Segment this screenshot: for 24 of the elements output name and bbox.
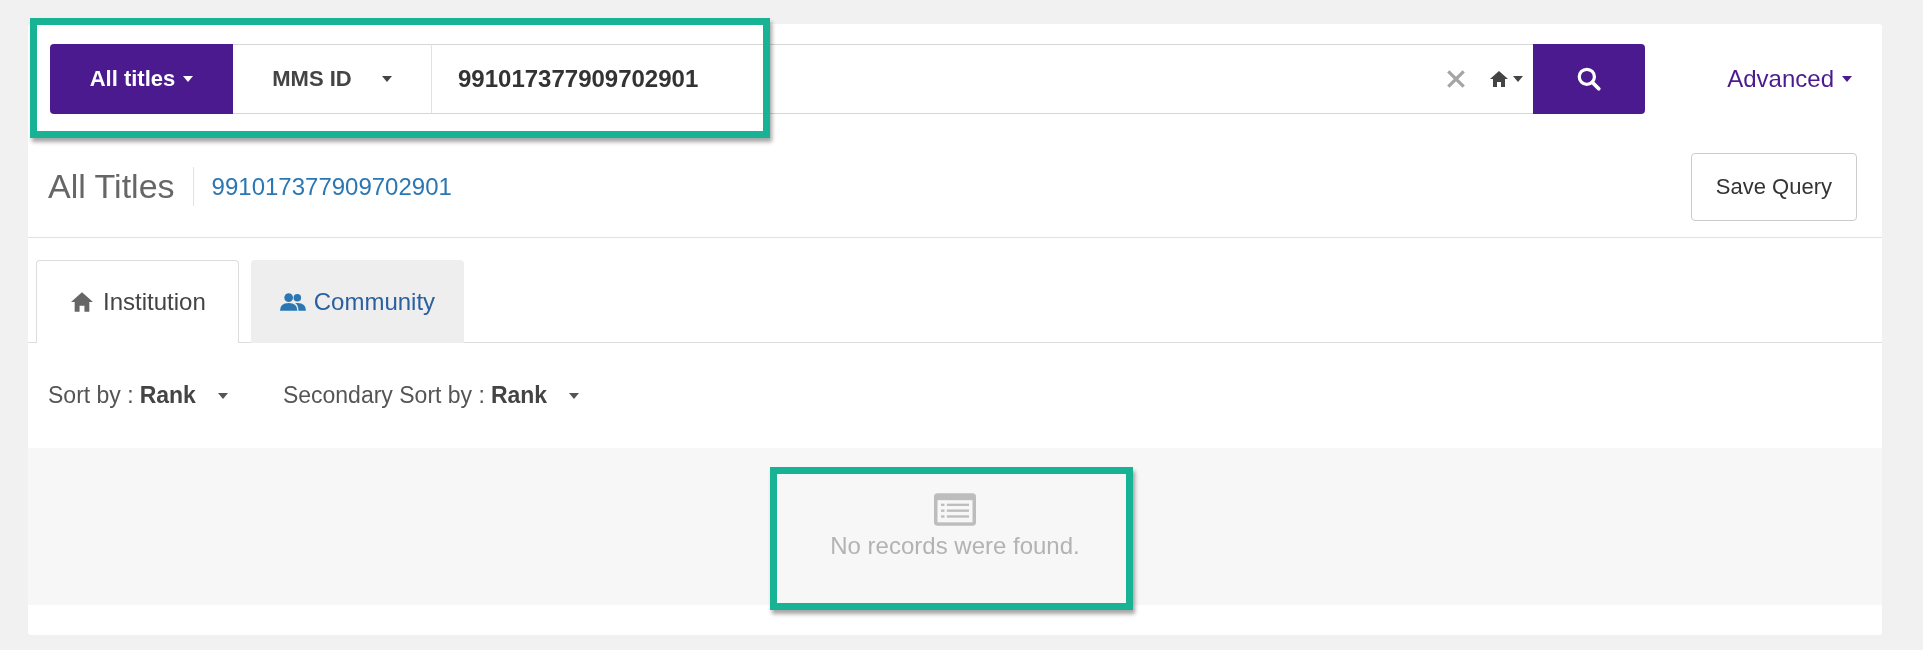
tab[interactable]: Community — [250, 260, 465, 343]
scope-dropdown[interactable]: All titles — [50, 44, 233, 114]
sort-dropdown[interactable]: Secondary Sort by : Rank — [282, 382, 580, 409]
tab[interactable]: Institution — [36, 260, 239, 343]
list-icon — [934, 493, 976, 526]
caret-icon — [183, 76, 194, 82]
search-button[interactable] — [1533, 44, 1646, 114]
search-icon — [1576, 66, 1603, 92]
query-link[interactable]: 991017377909702901 — [193, 172, 452, 201]
people-icon — [279, 291, 306, 313]
advanced-link[interactable]: Advanced — [1727, 65, 1852, 93]
search-field[interactable]: 991017377909702901 — [432, 44, 1424, 114]
caret-icon — [217, 392, 228, 399]
sort-dropdown[interactable]: Sort by : Rank — [48, 382, 228, 409]
caret-icon — [1513, 76, 1524, 82]
home-icon — [1489, 70, 1510, 88]
caret-icon — [569, 392, 580, 399]
field-dropdown[interactable]: MMS ID — [233, 44, 432, 114]
caret-icon — [381, 76, 392, 82]
empty-message: No records were found. — [830, 532, 1080, 560]
home-icon — [69, 291, 95, 313]
caret-icon — [1842, 76, 1852, 82]
page-title: All Titles — [48, 167, 194, 206]
save-query-button[interactable]: Save Query — [1690, 152, 1857, 221]
